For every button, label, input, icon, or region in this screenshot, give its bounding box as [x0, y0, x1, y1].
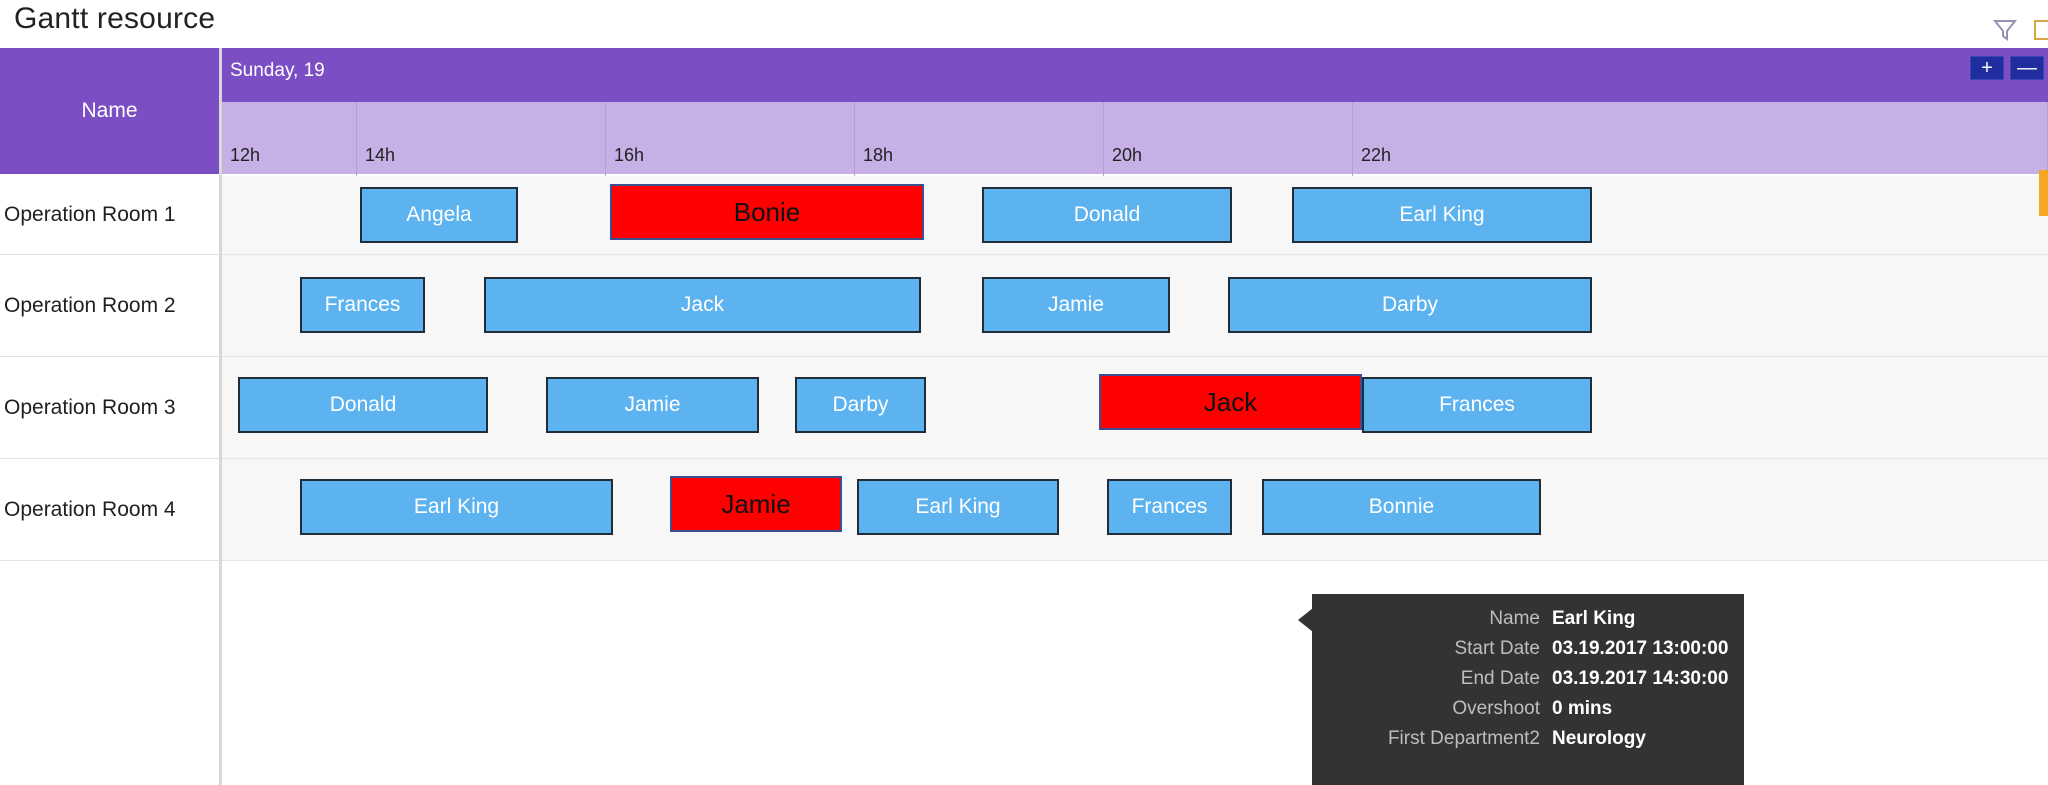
task-bar[interactable]: Bonnie	[1262, 479, 1541, 535]
task-bar[interactable]: Darby	[795, 377, 926, 433]
timeline-empty-area	[222, 561, 2048, 785]
hour-cell-14h[interactable]: 14h	[357, 102, 606, 176]
zoom-in-button[interactable]: +	[1970, 56, 2004, 80]
day-header-label: Sunday, 19	[230, 60, 325, 81]
row-header-label: Operation Room 4	[4, 497, 176, 521]
hour-label: 18h	[863, 145, 894, 165]
tooltip-row-first-department2: First Department2 Neurology	[1312, 728, 1744, 750]
tooltip-value: 03.19.2017 13:00:00	[1552, 638, 1729, 659]
zoom-out-button[interactable]: —	[2010, 56, 2044, 80]
title-bar: Gantt resource	[0, 0, 2048, 48]
hour-cell-18h[interactable]: 18h	[855, 102, 1104, 176]
row-header-operation-room-2[interactable]: Operation Room 2	[0, 255, 219, 357]
row-header-operation-room-1[interactable]: Operation Room 1	[0, 176, 219, 255]
hour-cell-12h[interactable]: 12h	[222, 102, 357, 176]
hour-cell-16h[interactable]: 16h	[606, 102, 855, 176]
task-bar[interactable]: Earl King	[300, 479, 613, 535]
column-separator	[219, 48, 222, 785]
tooltip-key: Overshoot	[1452, 698, 1540, 719]
filter-funnel-icon[interactable]	[1992, 18, 2018, 42]
task-tooltip: Name Earl King Start Date 03.19.2017 13:…	[1298, 594, 1744, 785]
tooltip-row-overshoot: Overshoot 0 mins	[1312, 698, 1744, 720]
task-bar[interactable]: Angela	[360, 187, 518, 243]
timeline-day-header: Sunday, 19 + —	[222, 48, 2048, 102]
hour-label: 14h	[365, 145, 396, 165]
task-bar[interactable]: Donald	[982, 187, 1232, 243]
hour-cell-20h[interactable]: 20h	[1104, 102, 1353, 176]
zoom-controls: + —	[1970, 56, 2044, 80]
timeline-hour-header: 12h 14h 16h 18h 20h 22h	[222, 102, 2048, 176]
page-title: Gantt resource	[14, 2, 216, 35]
tooltip-key: Start Date	[1454, 638, 1540, 659]
hour-label: 16h	[614, 145, 645, 165]
hour-label: 12h	[230, 145, 261, 165]
tooltip-value: Neurology	[1552, 728, 1646, 749]
hour-label: 20h	[1112, 145, 1143, 165]
row-header-label: Operation Room 3	[4, 395, 176, 419]
task-bar[interactable]: Jack	[484, 277, 921, 333]
task-bar[interactable]: Frances	[1362, 377, 1592, 433]
task-bar[interactable]: Earl King	[857, 479, 1059, 535]
timeline-rows-area: Angela Bonie Donald Earl King Frances Ja…	[222, 176, 2048, 785]
row-header-operation-room-3[interactable]: Operation Room 3	[0, 357, 219, 459]
edge-marker	[2039, 170, 2048, 216]
clipped-edge-icon[interactable]	[2034, 19, 2048, 41]
row-header-operation-room-4[interactable]: Operation Room 4	[0, 459, 219, 561]
name-column-header-label: Name	[81, 99, 138, 122]
task-bar[interactable]: Jack	[1099, 374, 1362, 430]
toolbar	[1992, 18, 2048, 42]
name-column-header: Name	[0, 48, 219, 176]
task-bar[interactable]: Earl King	[1292, 187, 1592, 243]
tooltip-row-name: Name Earl King	[1312, 608, 1744, 630]
tooltip-value: 03.19.2017 14:30:00	[1552, 668, 1729, 689]
hour-cell-22h[interactable]: 22h	[1353, 102, 2048, 176]
task-bar[interactable]: Frances	[1107, 479, 1232, 535]
task-bar[interactable]: Darby	[1228, 277, 1592, 333]
gantt-resource-app: Gantt resource Name Operation Room 1 Ope…	[0, 0, 2048, 785]
tooltip-value: 0 mins	[1552, 698, 1613, 719]
task-bar[interactable]: Donald	[238, 377, 488, 433]
tooltip-row-end-date: End Date 03.19.2017 14:30:00	[1312, 668, 1744, 690]
tooltip-key: End Date	[1460, 668, 1540, 689]
task-bar[interactable]: Jamie	[982, 277, 1170, 333]
tooltip-arrow	[1298, 608, 1313, 632]
hour-label: 22h	[1361, 145, 1392, 165]
tooltip-value: Earl King	[1552, 608, 1636, 629]
tooltip-key: Name	[1489, 608, 1540, 629]
tooltip-row-start-date: Start Date 03.19.2017 13:00:00	[1312, 638, 1744, 660]
row-header-label: Operation Room 1	[4, 203, 176, 226]
task-bar[interactable]: Jamie	[546, 377, 759, 433]
row-header-label: Operation Room 2	[4, 293, 176, 317]
task-bar[interactable]: Frances	[300, 277, 425, 333]
task-bar[interactable]: Jamie	[670, 476, 842, 532]
task-bar[interactable]: Bonie	[610, 184, 924, 240]
tooltip-key: First Department2	[1387, 728, 1540, 749]
